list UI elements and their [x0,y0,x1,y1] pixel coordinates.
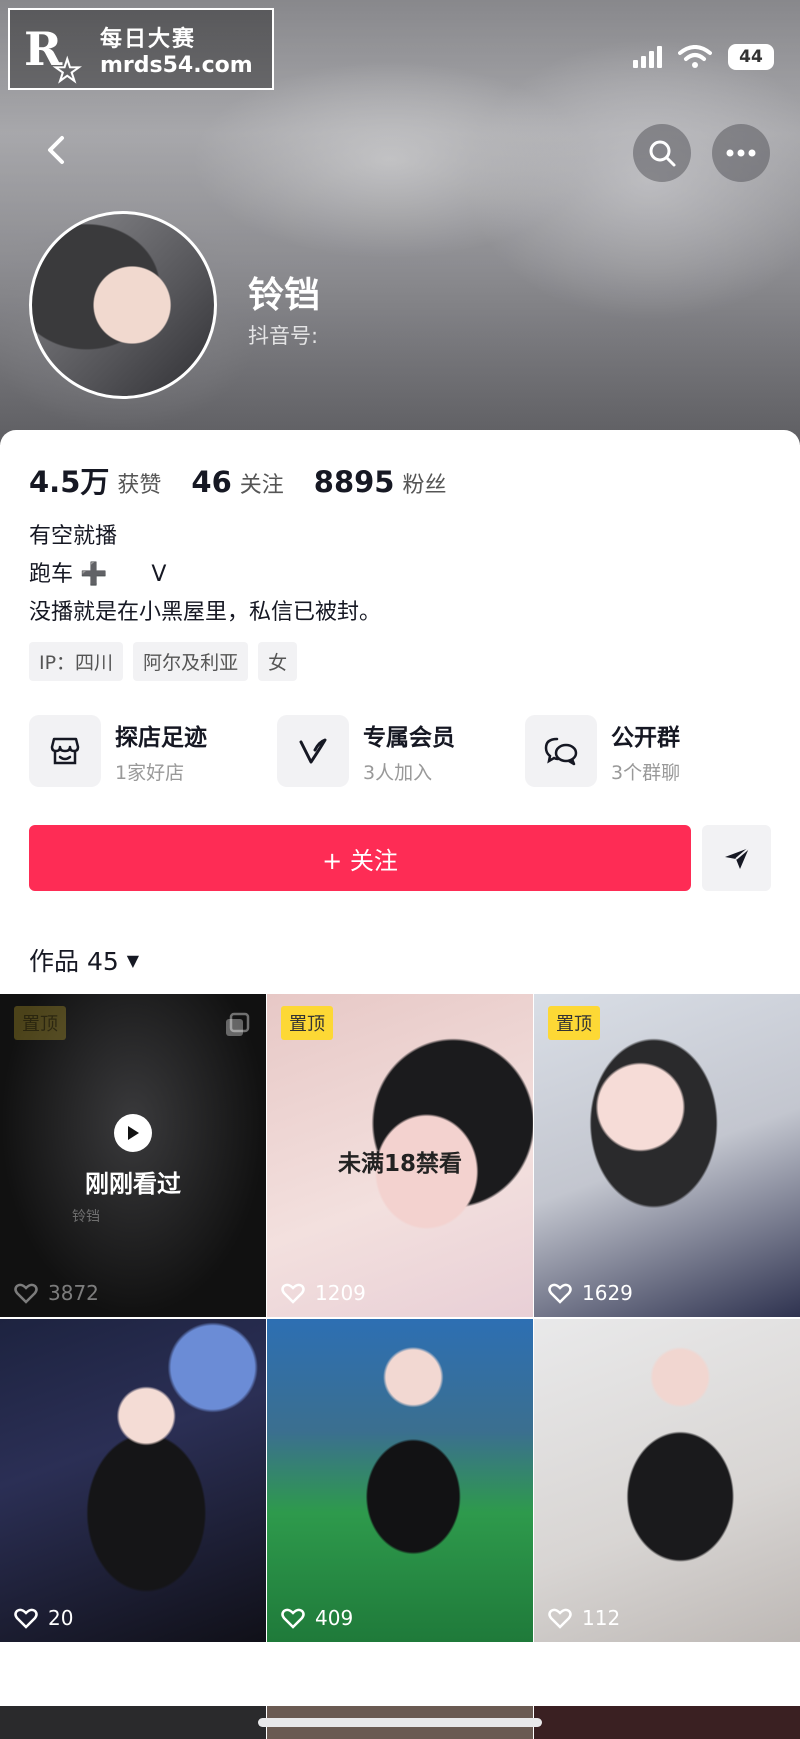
more-options-button[interactable] [712,124,770,182]
tag-ip: IP：四川 [29,642,124,681]
pinned-badge: 置顶 [14,1006,66,1040]
heart-icon [548,1608,572,1629]
back-arrow-icon[interactable] [38,130,78,170]
video-tile[interactable] [0,1706,266,1739]
more-dots-icon [726,149,756,157]
profile-page: R ☆ 每日大赛 mrds54.com 44 铃铛 抖音号: 4.5万 获赞 4… [0,0,800,1739]
signal-icon [633,46,662,68]
heart-icon [281,1283,305,1304]
video-tile[interactable]: 置顶 未满18禁看 1209 [267,994,533,1317]
heart-icon [548,1283,572,1304]
entry-shop-visits[interactable]: 探店足迹 1家好店 [29,715,277,787]
entry-membership[interactable]: 专属会员 3人加入 [277,715,525,787]
feature-entries: 探店足迹 1家好店 专属会员 3人加入 公开群 3个群聊 [29,715,773,787]
send-icon [724,847,750,869]
video-tile[interactable]: 20 [0,1319,266,1642]
watermark-logo: R ☆ 每日大赛 mrds54.com [8,8,274,91]
video-likes: 20 [14,1606,73,1630]
profile-tags: IP：四川 阿尔及利亚 女 [29,642,298,681]
play-icon [114,1114,152,1152]
video-likes: 409 [281,1606,353,1630]
bio: 有空就播 跑车 ➕ V 没播就是在小黑屋里，私信已被封。 [29,518,381,632]
status-bar: 44 [633,44,774,70]
home-indicator[interactable] [258,1718,542,1727]
video-tile[interactable]: 409 [267,1319,533,1642]
heart-icon [14,1283,38,1304]
stat-following[interactable]: 46 关注 [191,465,283,499]
video-likes: 1209 [281,1281,366,1305]
heart-icon [14,1608,38,1629]
heart-icon [281,1608,305,1629]
video-likes: 3872 [14,1281,99,1305]
battery-indicator: 44 [728,44,774,70]
profile-stats: 4.5万 获赞 46 关注 8895 粉丝 [29,459,447,501]
tag-gender: 女 [258,642,298,681]
video-tile[interactable]: 置顶 刚刚看过 铃铛 3872 [0,994,266,1317]
video-likes: 112 [548,1606,620,1630]
bio-line: 跑车 ➕ V [29,562,167,587]
stat-followers[interactable]: 8895 粉丝 [314,465,447,499]
video-tile[interactable]: 置顶 1629 [534,994,800,1317]
group-chat-icon [525,715,597,787]
avatar[interactable] [29,211,217,399]
pinned-badge: 置顶 [548,1006,600,1040]
video-grid: 置顶 刚刚看过 铃铛 3872 置顶 未满18禁看 1209 置顶 1629 2… [0,994,800,1642]
bio-line: 没播就是在小黑屋里，私信已被封。 [29,600,382,625]
douyin-id[interactable]: 抖音号: [248,320,318,350]
video-likes: 1629 [548,1281,633,1305]
watermark-url: mrds54.com [100,52,253,78]
pinned-badge: 置顶 [281,1006,333,1040]
caret-down-icon: ▼ [126,950,140,970]
nickname: 铃铛 [248,275,321,316]
watermark-title: 每日大赛 [100,26,197,52]
shop-icon [29,715,101,787]
video-overlay-text: 未满18禁看 [337,1151,462,1177]
member-v-icon [277,715,349,787]
watermark-r-icon: R ☆ [24,22,83,91]
multi-image-icon [226,1012,250,1036]
search-button[interactable] [633,124,691,182]
video-tile[interactable] [534,1706,800,1739]
tag-location[interactable]: 阿尔及利亚 [133,642,249,681]
follow-button[interactable]: + 关注 [29,825,691,891]
tab-works[interactable]: 作品 45 ▼ [29,942,139,978]
entry-public-group[interactable]: 公开群 3个群聊 [525,715,773,787]
stat-likes: 4.5万 获赞 [29,465,162,499]
video-author-tag: 铃铛 [72,1209,100,1225]
wifi-icon [678,45,712,68]
search-icon [649,140,676,167]
bio-line: 有空就播 [29,524,118,549]
share-button[interactable] [702,825,771,891]
recently-viewed-label: 刚刚看过 [85,1170,181,1198]
video-tile[interactable]: 112 [534,1319,800,1642]
